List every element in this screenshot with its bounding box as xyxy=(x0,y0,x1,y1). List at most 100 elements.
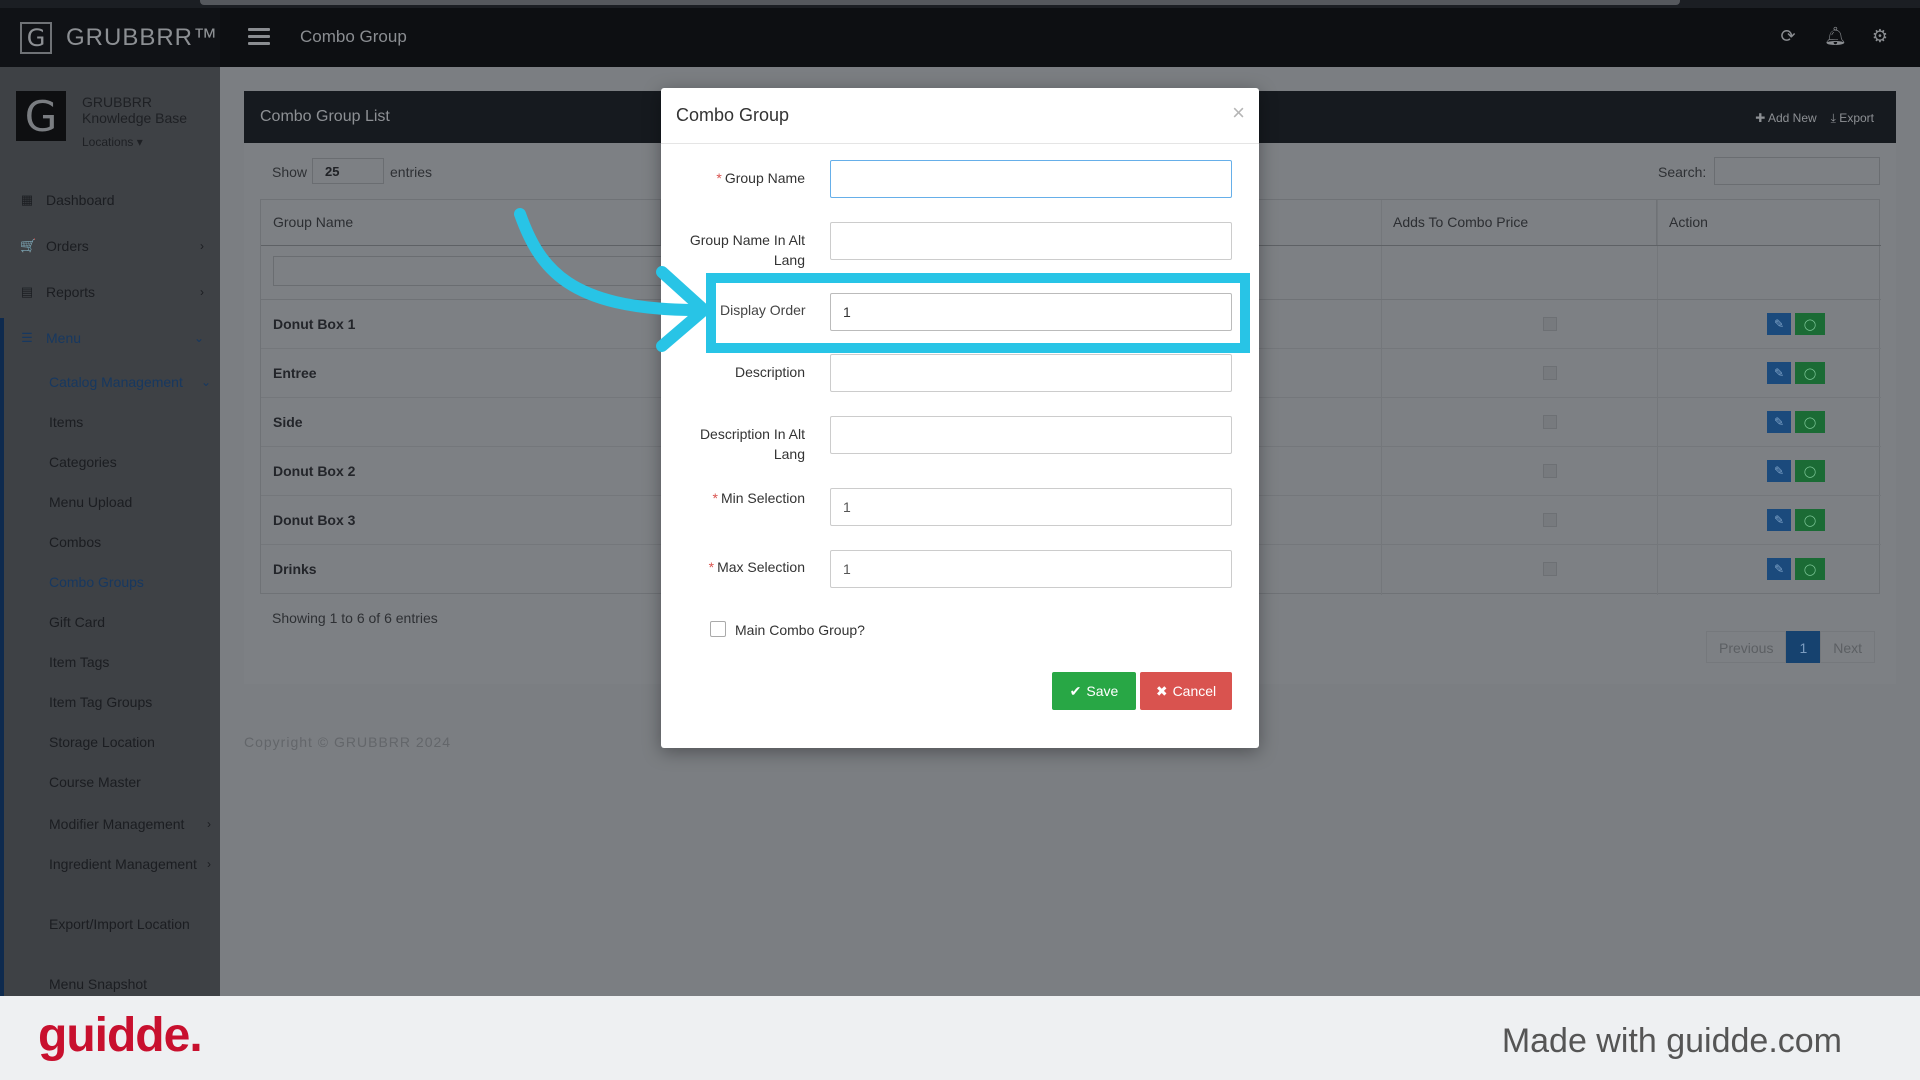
sidebar-item-items[interactable]: Items xyxy=(49,412,209,432)
sidebar-item-label: Menu xyxy=(46,330,82,346)
group-name-cell: Entree xyxy=(273,365,317,381)
save-label: Save xyxy=(1086,683,1119,699)
pagination: Previous 1 Next xyxy=(1706,631,1876,663)
sidebar-item-catalog-management[interactable]: Catalog Management ⌄ xyxy=(49,372,211,392)
description-input[interactable] xyxy=(830,354,1232,392)
group-name-cell: Donut Box 1 xyxy=(273,316,356,332)
sidebar-item-orders[interactable]: 🛒 Orders › xyxy=(0,226,220,266)
sidebar-item-label: Modifier Management xyxy=(49,816,185,832)
group-name-cell: Donut Box 3 xyxy=(273,512,356,528)
adds-to-combo-price-checkbox xyxy=(1543,464,1557,478)
close-icon[interactable]: × xyxy=(1232,100,1245,126)
brand[interactable]: G GRUBBRR™ xyxy=(0,8,220,67)
min-selection-input[interactable] xyxy=(830,488,1232,526)
main-combo-group-checkbox[interactable] xyxy=(710,621,726,637)
sidebar-item-export-import-location[interactable]: Export/Import Location xyxy=(49,914,209,934)
sidebar-item-menu-snapshot[interactable]: Menu Snapshot xyxy=(49,974,209,994)
sidebar: G GRUBBRR Knowledge Base Locations ▾ ▦ D… xyxy=(0,67,220,996)
edit-button[interactable]: ✎ xyxy=(1767,460,1791,482)
list-icon: ☰ xyxy=(21,330,33,345)
sidebar-item-label: Ingredient Management xyxy=(49,856,197,872)
cancel-button[interactable]: ✖ Cancel xyxy=(1140,672,1232,710)
entries-label: entries xyxy=(390,164,433,180)
progress-bar xyxy=(200,0,1680,5)
toggle-button[interactable]: ◯ xyxy=(1795,362,1825,384)
toggle-button[interactable]: ◯ xyxy=(1795,411,1825,433)
made-with-text: Made with guidde.com xyxy=(1501,1022,1842,1060)
group-name-cell: Side xyxy=(273,414,303,430)
description-alt-lang-input[interactable] xyxy=(830,416,1232,454)
group-name-label: * Group Name xyxy=(675,168,805,188)
edit-button[interactable]: ✎ xyxy=(1767,362,1791,384)
chevron-down-icon: ⌄ xyxy=(200,375,211,389)
next-page-button[interactable]: Next xyxy=(1820,631,1876,663)
hamburger-menu-icon[interactable] xyxy=(248,28,270,45)
header-icons: ⟳ 🔔︎ ⚙ xyxy=(1778,26,1890,47)
toggle-button[interactable]: ◯ xyxy=(1795,558,1825,580)
max-selection-label: * Max Selection xyxy=(675,557,805,577)
sidebar-item-categories[interactable]: Categories xyxy=(49,452,209,472)
edit-button[interactable]: ✎ xyxy=(1767,558,1791,580)
group-name-input[interactable] xyxy=(830,160,1232,198)
min-selection-label: * Min Selection xyxy=(675,488,806,508)
header-page-title: Combo Group xyxy=(300,27,407,46)
sidebar-item-menu-upload[interactable]: Menu Upload xyxy=(49,492,209,512)
gear-icon[interactable]: ⚙ xyxy=(1870,26,1890,47)
edit-button[interactable]: ✎ xyxy=(1767,411,1791,433)
sidebar-item-item-tag-groups[interactable]: Item Tag Groups xyxy=(49,692,209,712)
active-section-bar xyxy=(0,318,4,996)
sidebar-item-reports[interactable]: ▤ Reports › xyxy=(0,272,220,312)
required-mark: * xyxy=(712,490,718,506)
page-size-select[interactable]: 25 xyxy=(312,158,384,184)
toggle-button[interactable]: ◯ xyxy=(1795,313,1825,335)
copyright: Copyright © GRUBBRR 2024 xyxy=(244,734,452,750)
locations-dropdown[interactable]: Locations ▾ xyxy=(82,135,143,149)
column-header-adds-to-combo-price[interactable]: Adds To Combo Price xyxy=(1381,200,1657,245)
sidebar-item-combo-groups[interactable]: Combo Groups xyxy=(49,572,209,592)
check-icon: ✔ xyxy=(1069,682,1082,699)
required-mark: * xyxy=(708,559,715,575)
top-progress-strip xyxy=(0,0,1920,8)
adds-to-combo-price-checkbox xyxy=(1543,513,1557,527)
sidebar-item-storage-location[interactable]: Storage Location xyxy=(49,732,209,752)
page-1-button[interactable]: 1 xyxy=(1786,631,1821,663)
pointer-arrow-icon xyxy=(514,208,710,352)
chevron-right-icon: › xyxy=(207,817,211,831)
sidebar-item-menu[interactable]: ☰ Menu ⌄ xyxy=(0,318,220,358)
group-name-alt-lang-input[interactable] xyxy=(830,222,1232,260)
sidebar-item-label: Orders xyxy=(46,238,89,254)
export-button[interactable]: ⤓ Export xyxy=(1831,111,1874,126)
chevron-right-icon: › xyxy=(200,239,204,253)
chevron-down-icon: ⌄ xyxy=(193,331,204,345)
previous-page-button[interactable]: Previous xyxy=(1706,631,1787,663)
brand-name: GRUBBRR™ xyxy=(66,23,219,51)
toggle-button[interactable]: ◯ xyxy=(1795,460,1825,482)
sidebar-item-dashboard[interactable]: ▦ Dashboard xyxy=(0,180,220,220)
sidebar-item-combos[interactable]: Combos xyxy=(49,532,209,552)
chevron-right-icon: › xyxy=(200,285,204,299)
add-new-button[interactable]: ✚ Add New xyxy=(1755,111,1816,126)
toggle-button[interactable]: ◯ xyxy=(1795,509,1825,531)
refresh-icon[interactable]: ⟳ xyxy=(1778,26,1798,47)
sidebar-item-item-tags[interactable]: Item Tags xyxy=(49,652,209,672)
max-selection-input[interactable] xyxy=(830,550,1232,588)
sidebar-item-gift-card[interactable]: Gift Card xyxy=(49,612,209,632)
sidebar-item-ingredient-management[interactable]: Ingredient Management › xyxy=(49,854,211,874)
brand-logo-icon: G xyxy=(20,21,52,54)
reports-icon: ▤ xyxy=(20,284,34,299)
label-text: Group Name xyxy=(724,170,805,186)
adds-to-combo-price-checkbox xyxy=(1543,317,1557,331)
display-order-label: Display Order xyxy=(720,302,806,318)
edit-button[interactable]: ✎ xyxy=(1767,509,1791,531)
sidebar-item-label: Dashboard xyxy=(46,192,115,208)
group-name-cell: Donut Box 2 xyxy=(273,463,356,479)
sidebar-item-modifier-management[interactable]: Modifier Management › xyxy=(49,814,211,834)
search-input[interactable] xyxy=(1714,157,1880,185)
display-order-input[interactable] xyxy=(830,293,1232,331)
cart-icon: 🛒 xyxy=(20,238,37,253)
edit-button[interactable]: ✎ xyxy=(1767,313,1791,335)
save-button[interactable]: ✔ Save xyxy=(1052,672,1136,710)
profile-name: GRUBBRR Knowledge Base xyxy=(82,94,188,126)
bell-icon[interactable]: 🔔︎ xyxy=(1824,26,1847,47)
sidebar-item-course-master[interactable]: Course Master xyxy=(49,772,209,792)
